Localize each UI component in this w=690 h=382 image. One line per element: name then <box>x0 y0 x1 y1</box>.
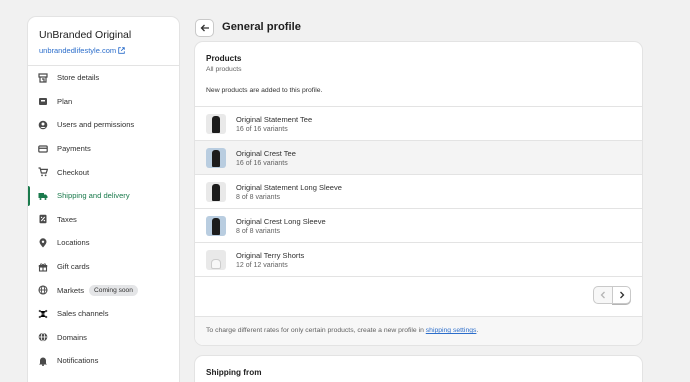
product-thumbnail <box>206 249 226 270</box>
product-variants: 8 of 8 variants <box>236 193 280 201</box>
product-row[interactable]: Original Crest Long Sleeve 8 of 8 varian… <box>195 209 642 243</box>
store-icon <box>38 73 48 83</box>
store-domain-link[interactable]: unbrandedlifestyle.com <box>39 46 179 55</box>
sales-channels-icon <box>38 309 48 319</box>
external-link-icon <box>118 47 125 54</box>
product-thumbnail <box>206 147 226 168</box>
products-card: Products All products New products are a… <box>195 42 642 345</box>
store-name: UnBranded Original <box>39 29 132 41</box>
product-list: Original Statement Tee 16 of 16 variants… <box>195 106 642 277</box>
chevron-left-icon <box>600 291 605 299</box>
products-title: Products <box>206 54 242 63</box>
product-row[interactable]: Original Crest Tee 16 of 16 variants <box>195 141 642 175</box>
back-button[interactable] <box>195 19 214 37</box>
shipping-from-title: Shipping from <box>206 368 262 377</box>
nav-label: Locations <box>57 238 90 248</box>
nav-label: Payments <box>57 144 91 154</box>
next-page-button[interactable] <box>612 286 631 304</box>
nav-label: Markets <box>57 285 85 295</box>
shipping-from-card: Shipping from <box>195 356 642 382</box>
product-name: Original Crest Long Sleeve <box>236 216 326 226</box>
product-name: Original Statement Tee <box>236 114 313 124</box>
product-row[interactable]: Original Statement Long Sleeve 8 of 8 va… <box>195 175 642 209</box>
products-footer: To charge different rates for only certa… <box>195 316 642 345</box>
nav-item-store-details[interactable]: Store details <box>28 66 179 90</box>
settings-sidebar: UnBranded Original unbrandedlifestyle.co… <box>28 17 179 382</box>
truck-icon <box>38 191 48 201</box>
nav-label: Store details <box>57 73 100 83</box>
products-note: New products are added to this profile. <box>206 87 323 94</box>
nav-item-payments[interactable]: Payments <box>28 137 179 161</box>
product-variants: 8 of 8 variants <box>236 227 280 235</box>
location-pin-icon <box>38 238 48 248</box>
nav-item-shipping-and-delivery[interactable]: Shipping and delivery <box>28 184 179 208</box>
nav-label: Domains <box>57 332 87 342</box>
globe-icon <box>38 285 48 295</box>
nav-label: Users and permissions <box>57 120 135 130</box>
nav-item-sales-channels[interactable]: Sales channels <box>28 302 179 326</box>
product-row[interactable]: Original Terry Shorts 12 of 12 variants <box>195 243 642 277</box>
chevron-right-icon <box>619 291 624 299</box>
product-variants: 12 of 12 variants <box>236 261 288 269</box>
nav-item-markets[interactable]: Markets Coming soon <box>28 278 179 302</box>
domain-globe-icon <box>38 332 48 342</box>
nav-label: Notifications <box>57 356 99 366</box>
page-title: General profile <box>222 21 301 33</box>
nav-item-plan[interactable]: Plan <box>28 90 179 114</box>
nav-label: Checkout <box>57 167 90 177</box>
product-name: Original Crest Tee <box>236 148 296 158</box>
nav-label: Gift cards <box>57 262 90 272</box>
nav-label: Taxes <box>57 214 77 224</box>
nav-item-locations[interactable]: Locations <box>28 231 179 255</box>
nav-item-users-and-permissions[interactable]: Users and permissions <box>28 113 179 137</box>
product-thumbnail <box>206 181 226 202</box>
nav-item-domains[interactable]: Domains <box>28 326 179 350</box>
previous-page-button[interactable] <box>593 286 612 304</box>
nav-label: Sales channels <box>57 309 109 319</box>
nav-label: Shipping and delivery <box>57 191 130 201</box>
plan-icon <box>38 96 48 106</box>
cart-icon <box>38 167 48 177</box>
arrow-left-icon <box>200 24 209 32</box>
payments-icon <box>38 144 48 154</box>
product-variants: 16 of 16 variants <box>236 159 288 167</box>
product-row[interactable]: Original Statement Tee 16 of 16 variants <box>195 107 642 141</box>
taxes-icon <box>38 214 48 224</box>
shipping-settings-link[interactable]: shipping settings <box>426 327 477 334</box>
product-variants: 16 of 16 variants <box>236 125 288 133</box>
product-thumbnail <box>206 113 226 134</box>
footer-end: . <box>476 327 479 334</box>
gift-icon <box>38 262 48 272</box>
product-name: Original Terry Shorts <box>236 250 305 260</box>
nav-item-taxes[interactable]: Taxes <box>28 208 179 232</box>
pagination <box>593 286 631 304</box>
nav-label: Plan <box>57 96 73 106</box>
product-name: Original Statement Long Sleeve <box>236 182 342 192</box>
nav-item-notifications[interactable]: Notifications <box>28 349 179 373</box>
bell-icon <box>38 356 48 366</box>
footer-text: To charge different rates for only certa… <box>206 327 426 334</box>
store-header: UnBranded Original unbrandedlifestyle.co… <box>28 17 179 66</box>
store-domain-text[interactable]: unbrandedlifestyle.com <box>39 46 116 55</box>
coming-soon-badge: Coming soon <box>89 284 138 296</box>
product-thumbnail <box>206 215 226 236</box>
nav-item-checkout[interactable]: Checkout <box>28 160 179 184</box>
nav-item-gift-cards[interactable]: Gift cards <box>28 255 179 279</box>
user-icon <box>38 120 48 130</box>
products-subtitle: All products <box>206 66 242 73</box>
